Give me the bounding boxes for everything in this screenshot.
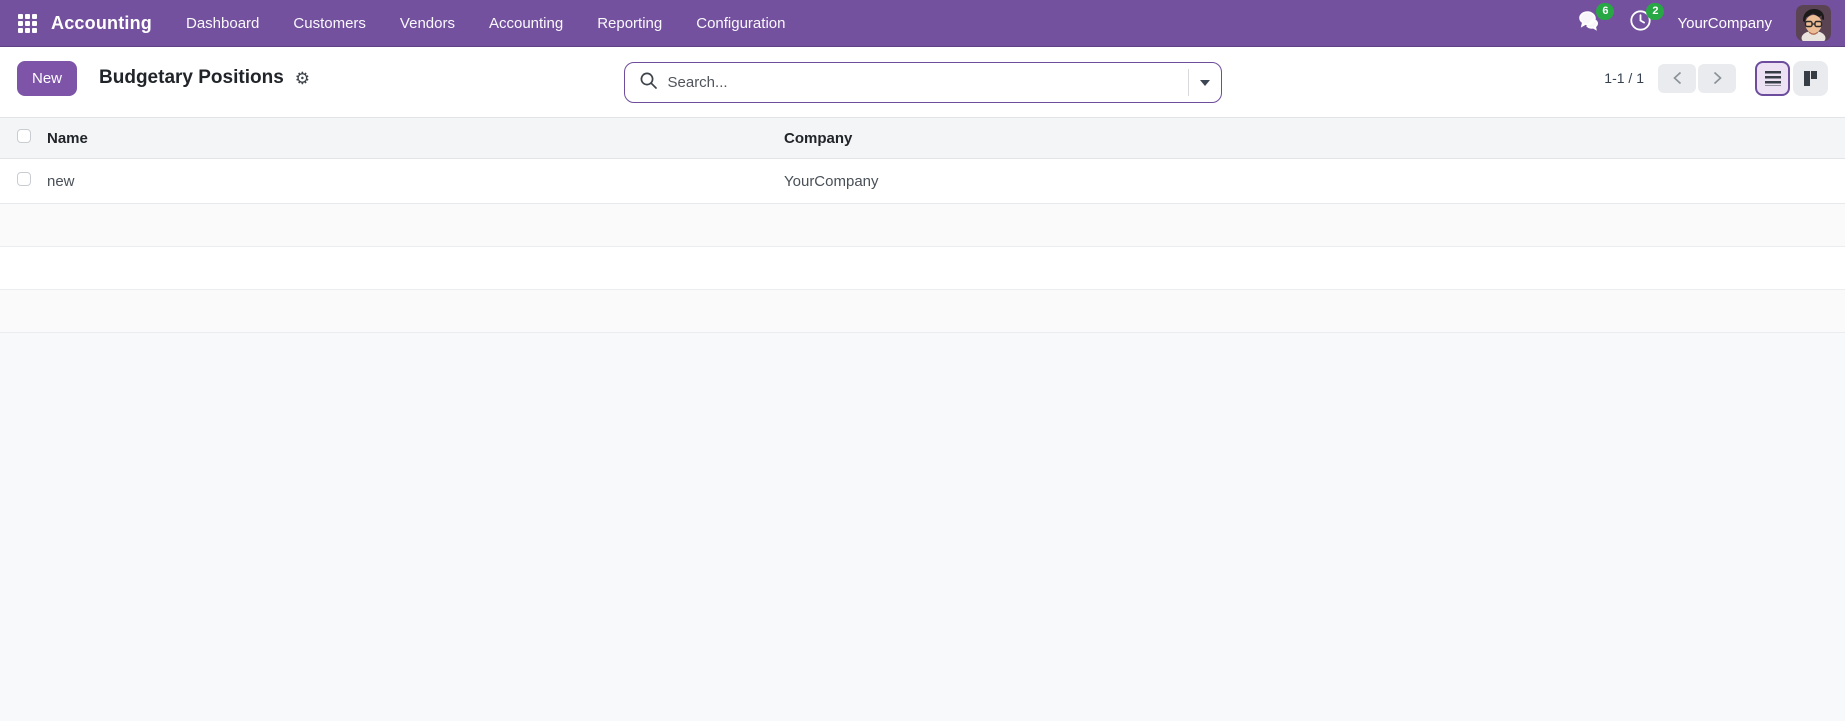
search-bar (624, 62, 1222, 103)
empty-row (0, 247, 1845, 290)
messages-count-badge: 6 (1596, 3, 1614, 20)
chevron-left-icon (1672, 71, 1683, 85)
app-name[interactable]: Accounting (51, 13, 152, 34)
kanban-view-button[interactable] (1793, 61, 1828, 96)
select-all-checkbox[interactable] (17, 129, 31, 143)
user-avatar[interactable] (1796, 5, 1831, 41)
content-background (0, 333, 1845, 721)
list-icon (1765, 71, 1781, 86)
apps-menu-icon[interactable] (18, 14, 37, 33)
nav-item-customers[interactable]: Customers (293, 15, 366, 32)
column-header-name[interactable]: Name (47, 130, 784, 147)
activities-button[interactable]: 2 (1627, 10, 1653, 36)
main-menu: Dashboard Customers Vendors Accounting R… (186, 15, 785, 32)
table-row[interactable]: new YourCompany (0, 159, 1845, 204)
search-input[interactable] (658, 63, 1188, 102)
new-button[interactable]: New (17, 61, 77, 96)
cell-name[interactable]: new (47, 173, 784, 190)
control-panel-right: 1-1 / 1 (1604, 61, 1828, 96)
top-navbar: Accounting Dashboard Customers Vendors A… (0, 0, 1845, 47)
activities-count-badge: 2 (1646, 3, 1664, 20)
messages-button[interactable]: 6 (1577, 10, 1603, 36)
empty-row (0, 204, 1845, 247)
nav-item-vendors[interactable]: Vendors (400, 15, 455, 32)
row-checkbox[interactable] (17, 172, 31, 186)
systray: 6 2 YourCompany (1577, 5, 1831, 41)
pager-previous-button[interactable] (1658, 64, 1696, 93)
control-panel: New Budgetary Positions ⚙ 1-1 / 1 (0, 47, 1845, 117)
nav-item-accounting[interactable]: Accounting (489, 15, 563, 32)
list-view: Name Company new YourCompany (0, 117, 1845, 721)
search-dropdown-toggle[interactable] (1188, 69, 1221, 96)
pager-range[interactable]: 1-1 / 1 (1604, 70, 1644, 86)
page-title: Budgetary Positions (99, 67, 284, 89)
cog-menu-icon[interactable]: ⚙ (295, 70, 310, 87)
search-icon (625, 71, 658, 95)
cell-company[interactable]: YourCompany (784, 173, 1845, 190)
chevron-right-icon (1712, 71, 1723, 85)
company-switcher[interactable]: YourCompany (1677, 15, 1772, 32)
empty-row (0, 290, 1845, 333)
nav-item-dashboard[interactable]: Dashboard (186, 15, 259, 32)
table-header-row: Name Company (0, 117, 1845, 159)
chevron-down-icon (1200, 80, 1210, 86)
list-view-button[interactable] (1755, 61, 1790, 96)
column-header-company[interactable]: Company (784, 130, 1845, 147)
pager-next-button[interactable] (1698, 64, 1736, 93)
view-switcher (1755, 61, 1828, 96)
nav-item-reporting[interactable]: Reporting (597, 15, 662, 32)
nav-item-configuration[interactable]: Configuration (696, 15, 785, 32)
kanban-icon (1803, 71, 1818, 86)
